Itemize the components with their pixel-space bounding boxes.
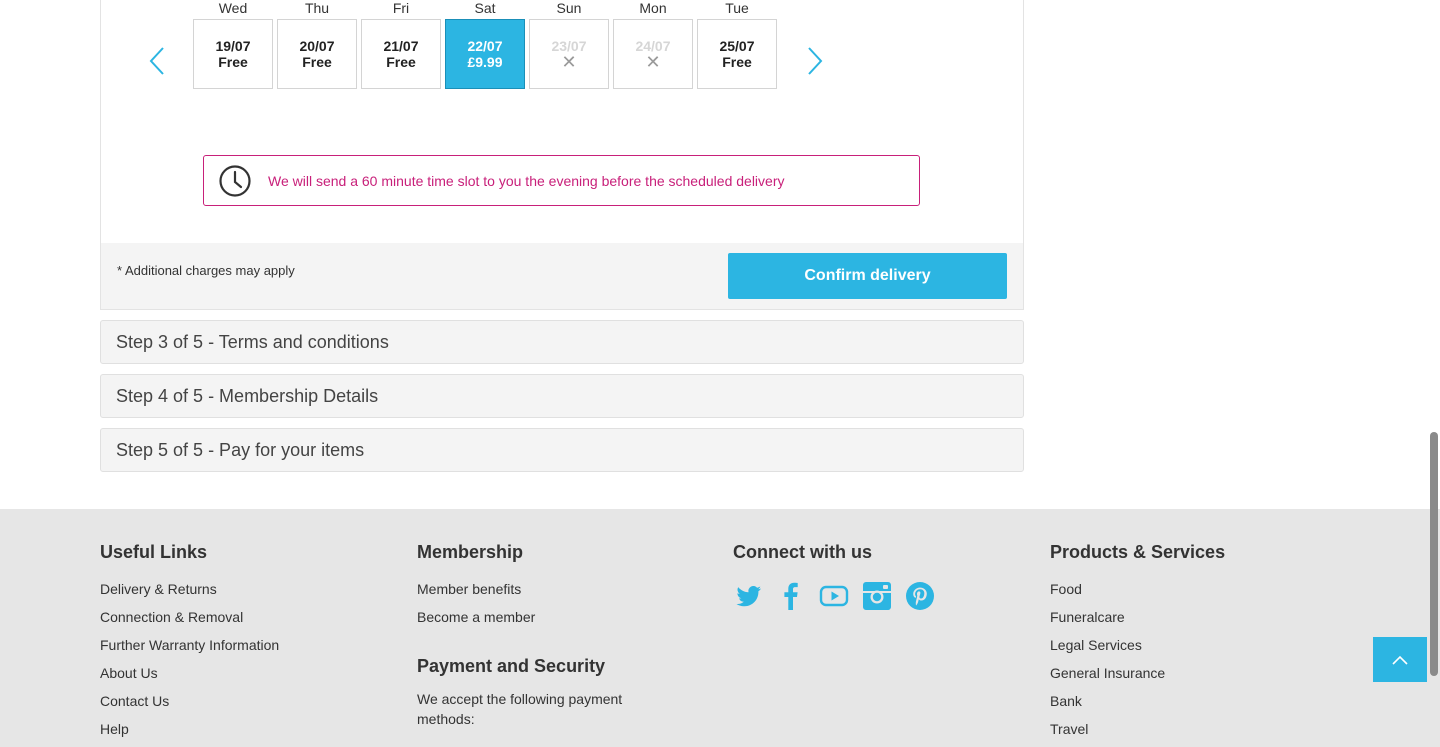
footer-link[interactable]: Bank (1050, 693, 1225, 709)
footer-link[interactable]: Legal Services (1050, 637, 1225, 653)
footer-link[interactable]: Help (100, 721, 279, 737)
useful-links-column: Useful Links Delivery & Returns Connecti… (100, 541, 279, 747)
scrollbar-thumb[interactable] (1430, 432, 1438, 676)
day-name: Thu (304, 0, 330, 16)
day-price: Free (218, 54, 248, 70)
day-date: 20/07 (299, 38, 335, 54)
footer-link[interactable]: Contact Us (100, 693, 279, 709)
footer-link[interactable]: About Us (100, 665, 279, 681)
delivery-card: Wed 19/07 Free Thu 20/07 Free Fri 21/07 … (100, 0, 1024, 310)
card-footer: * Additional charges may apply Confirm d… (101, 243, 1023, 309)
membership-column: Membership Member benefits Become a memb… (417, 541, 657, 729)
day-slot[interactable]: 25/07 Free (697, 19, 777, 89)
day-name: Tue (725, 0, 749, 16)
day-name: Wed (218, 0, 248, 16)
chevron-up-icon (1392, 655, 1408, 665)
footer-link[interactable]: General Insurance (1050, 665, 1225, 681)
next-dates-button[interactable] (803, 44, 825, 78)
day-name: Mon (639, 0, 667, 16)
clock-icon (219, 164, 251, 197)
facebook-icon[interactable] (776, 581, 806, 611)
step-5-payment[interactable]: Step 5 of 5 - Pay for your items (100, 428, 1024, 472)
confirm-delivery-button[interactable]: Confirm delivery (728, 253, 1007, 299)
products-heading: Products & Services (1050, 542, 1226, 562)
back-to-top-button[interactable] (1373, 637, 1427, 682)
day-price: Free (302, 54, 332, 70)
day-slot-selected[interactable]: 22/07 £9.99 (445, 19, 525, 89)
chevron-left-icon (149, 47, 164, 75)
step-3-terms[interactable]: Step 3 of 5 - Terms and conditions (100, 320, 1024, 364)
day-tue[interactable]: Tue 25/07 Free (697, 0, 777, 89)
footer-link[interactable]: Delivery & Returns (100, 581, 279, 597)
step-4-membership[interactable]: Step 4 of 5 - Membership Details (100, 374, 1024, 418)
youtube-icon[interactable] (819, 581, 849, 611)
prev-dates-button[interactable] (147, 44, 169, 78)
twitter-icon[interactable] (733, 581, 763, 611)
day-price: Free (722, 54, 752, 70)
payment-text: We accept the following payment methods: (417, 691, 623, 727)
day-name: Sat (474, 0, 496, 16)
time-slot-notice: We will send a 60 minute time slot to yo… (203, 155, 920, 206)
payment-heading: Payment and Security (417, 656, 606, 676)
day-name: Sun (556, 0, 582, 16)
day-sat[interactable]: Sat 22/07 £9.99 (445, 0, 525, 89)
pinterest-icon[interactable] (905, 581, 935, 611)
day-name: Fri (392, 0, 410, 16)
unavailable-icon: ✕ (561, 52, 577, 72)
day-slot-disabled: 24/07 ✕ (613, 19, 693, 89)
day-price: £9.99 (467, 54, 503, 70)
day-date: 19/07 (215, 38, 251, 54)
instagram-icon[interactable] (862, 581, 892, 611)
day-slot[interactable]: 19/07 Free (193, 19, 273, 89)
day-thu[interactable]: Thu 20/07 Free (277, 0, 357, 89)
site-footer: Useful Links Delivery & Returns Connecti… (0, 509, 1440, 747)
day-date: 22/07 (467, 38, 503, 54)
day-mon: Mon 24/07 ✕ (613, 0, 693, 89)
membership-heading: Membership (417, 542, 524, 562)
connect-column: Connect with us (733, 541, 935, 611)
footer-link[interactable]: Food (1050, 581, 1225, 597)
day-fri[interactable]: Fri 21/07 Free (361, 0, 441, 89)
unavailable-icon: ✕ (645, 52, 661, 72)
day-wed[interactable]: Wed 19/07 Free (193, 0, 273, 89)
footer-link[interactable]: Connection & Removal (100, 609, 279, 625)
chevron-right-icon (808, 47, 823, 75)
day-price: Free (386, 54, 416, 70)
notice-message: We will send a 60 minute time slot to yo… (268, 172, 785, 189)
charges-note: * Additional charges may apply (117, 263, 295, 278)
footer-link[interactable]: Member benefits (417, 581, 657, 597)
footer-link[interactable]: Travel (1050, 721, 1225, 737)
social-links (733, 581, 935, 611)
useful-links-heading: Useful Links (100, 542, 208, 562)
day-slot[interactable]: 20/07 Free (277, 19, 357, 89)
day-date: 21/07 (383, 38, 419, 54)
footer-link[interactable]: Become a member (417, 609, 657, 625)
page: Wed 19/07 Free Thu 20/07 Free Fri 21/07 … (0, 0, 1440, 747)
day-sun: Sun 23/07 ✕ (529, 0, 609, 89)
day-date: 25/07 (719, 38, 755, 54)
footer-link[interactable]: Funeralcare (1050, 609, 1225, 625)
connect-heading: Connect with us (733, 542, 872, 562)
products-column: Products & Services Food Funeralcare Leg… (1050, 541, 1225, 747)
day-slot-disabled: 23/07 ✕ (529, 19, 609, 89)
footer-link[interactable]: Further Warranty Information (100, 637, 279, 653)
day-slot[interactable]: 21/07 Free (361, 19, 441, 89)
